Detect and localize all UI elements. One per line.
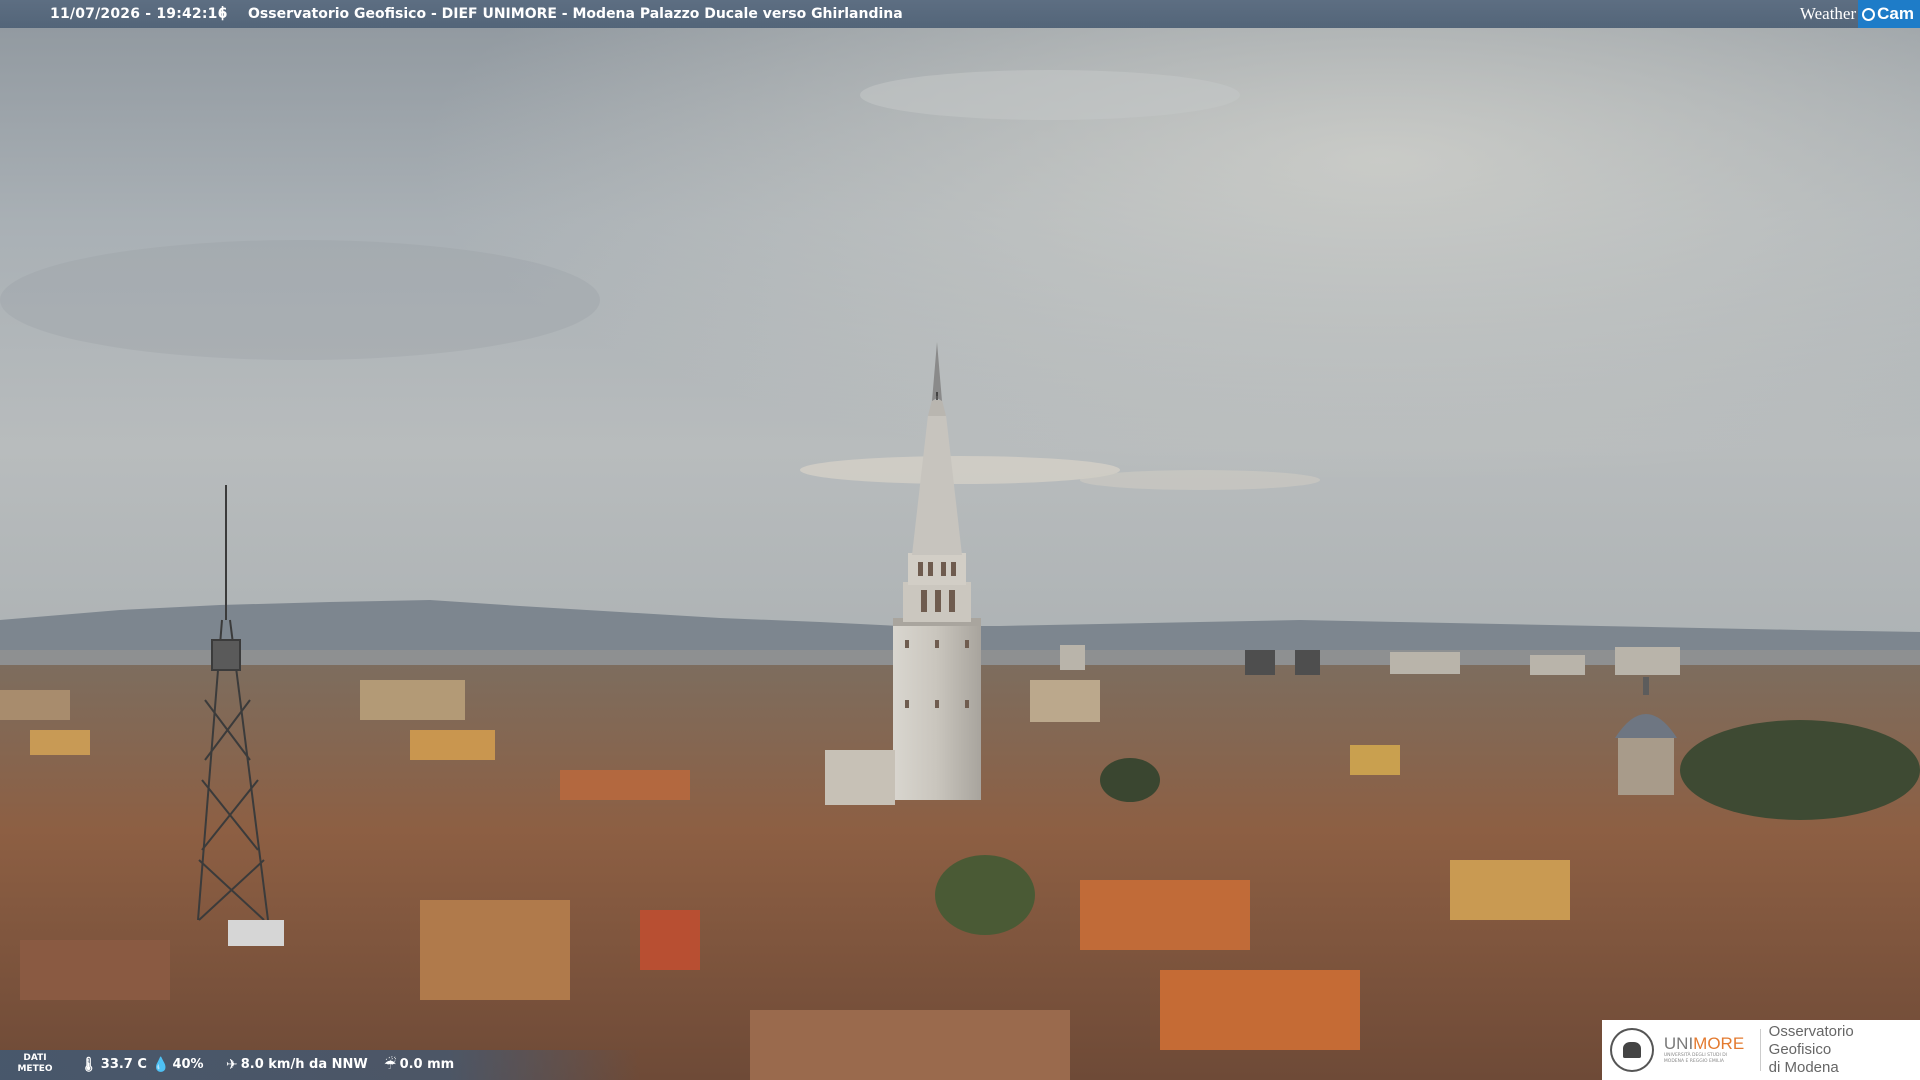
wind-reading: ✈ 8.0 km/h da NNW — [226, 1057, 368, 1072]
cloud — [860, 70, 1240, 120]
observatory-line1: Osservatorio Geofisico — [1768, 1023, 1854, 1058]
webcam-scene — [0, 0, 1920, 1080]
cloud — [1080, 470, 1320, 490]
wind-icon: ✈ — [226, 1056, 238, 1073]
cloud — [800, 456, 1120, 484]
unimore-uni: UNI — [1663, 1034, 1694, 1053]
cathedral — [825, 750, 895, 805]
observatory-name: Osservatorio Geofisico di Modena — [1769, 1023, 1920, 1077]
humidity-reading: 💧 40% — [152, 1057, 204, 1072]
camera-eye-icon — [1862, 7, 1876, 21]
meteo-data-bar: DATI METEO 🌡 33.7 C 💧 40% ✈ 8.0 km/h da … — [0, 1050, 640, 1080]
trees — [1680, 720, 1920, 820]
separator: | — [220, 5, 226, 21]
thermometer-icon: 🌡 — [80, 1056, 98, 1073]
timestamp: 11/07/2026 - 19:42:16 — [50, 6, 228, 22]
trees — [1100, 758, 1160, 802]
meteo-label-line1: DATI — [23, 1053, 47, 1063]
temperature-value: 33.7 C — [100, 1057, 147, 1072]
weathercam-logo: Weather Cam — [1800, 0, 1920, 28]
unimore-wordmark: UNIMORE UNIVERSITÀ DEGLI STUDI DI MODENA… — [1664, 1035, 1752, 1065]
unimore-sub2: MODENA E REGGIO EMILIA — [1663, 1059, 1724, 1064]
wind-value: 8.0 km/h da NNW — [240, 1057, 368, 1072]
observatory-line2: di Modena — [1768, 1059, 1839, 1076]
weathercam-cam: Cam — [1877, 4, 1914, 23]
trees — [935, 855, 1035, 935]
unimore-observatory-logo: UNIMORE UNIVERSITÀ DEGLI STUDI DI MODENA… — [1602, 1020, 1920, 1080]
unimore-seal-icon — [1610, 1028, 1654, 1072]
top-info-bar: 11/07/2026 - 19:42:16 | Osservatorio Geo… — [0, 0, 1920, 28]
cloud — [0, 240, 600, 360]
humidity-value: 40% — [172, 1057, 204, 1072]
camera-title: Osservatorio Geofisico - DIEF UNIMORE - … — [248, 6, 903, 22]
logo-divider — [1759, 1029, 1761, 1071]
weathercam-word: Weather — [1799, 4, 1857, 23]
meteo-label: DATI METEO — [14, 1053, 56, 1075]
humidity-drop-icon: 💧 — [152, 1056, 170, 1073]
unimore-more: MORE — [1693, 1034, 1745, 1053]
rain-value: 0.0 mm — [399, 1057, 455, 1072]
weathercam-badge: Cam — [1858, 0, 1920, 28]
temperature-reading: 🌡 33.7 C — [80, 1057, 147, 1072]
rain-reading: ☔ 0.0 mm — [384, 1057, 454, 1072]
mast-equipment — [228, 920, 284, 946]
rain-gauge-icon: ☔ — [384, 1056, 397, 1073]
unimore-name: UNIMORE — [1664, 1035, 1752, 1053]
meteo-label-line2: METEO — [17, 1064, 53, 1074]
